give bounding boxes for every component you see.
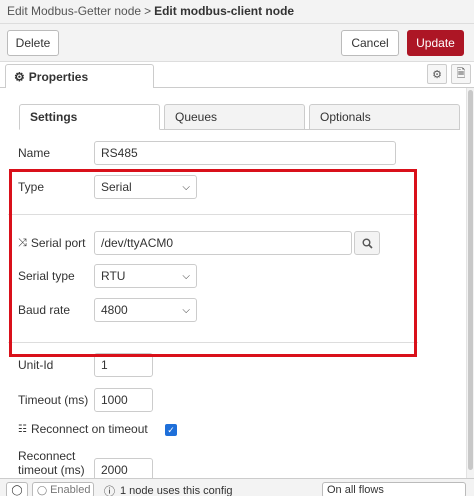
breadcrumb-current: Edit modbus-client node [154,4,295,18]
cancel-button[interactable]: Cancel [341,30,399,56]
checkmark-icon: ✓ [167,424,175,435]
baud-rate-select[interactable]: 4800 ⌵ [94,298,197,322]
unit-id-input[interactable] [94,353,153,377]
divider [8,342,418,343]
enabled-icon: ◯ [37,484,48,495]
enabled-label: Enabled [50,484,91,496]
type-select[interactable]: Serial ⌵ [94,175,197,199]
document-icon: 🗎 [456,67,466,80]
delete-button[interactable]: Delete [7,30,59,56]
search-icon [362,238,373,249]
properties-panel: Settings Queues Optionals Name Type Seri… [0,88,466,482]
unit-id-label: Unit-Id [18,358,54,372]
action-bar: Delete Cancel Update [0,24,474,62]
timeout-input[interactable] [94,388,153,412]
reconnect-on-timeout-label: ☷ Reconnect on timeout [18,422,148,436]
config-toggle[interactable]: ◯ [6,482,28,496]
scope-select[interactable]: On all flows [322,482,466,496]
serial-type-value: RTU [101,269,126,283]
shuffle-icon: ⤨ [18,236,27,249]
serial-type-label: Serial type [18,269,75,283]
serial-port-input[interactable] [94,231,352,255]
update-button[interactable]: Update [407,30,464,56]
serial-type-select[interactable]: RTU ⌵ [94,264,197,288]
tab-properties[interactable]: ⚙ Properties [5,64,154,89]
reconnect-timeout-label: Reconnect timeout (ms) [18,449,85,477]
reconnect-timeout-label-line2: timeout (ms) [18,463,85,477]
chevron-down-icon: ⌵ [182,304,190,316]
reconnect-on-timeout-label-text: Reconnect on timeout [30,422,148,436]
grid-icon: ☷ [18,423,27,435]
footer: ◯ ◯ Enabled ⓘ 1 node uses this config On a… [0,478,474,496]
serial-port-label-text: Serial port [30,236,86,250]
subtab-bar: Settings Queues Optionals [19,104,460,130]
tab-properties-label: Properties [28,69,89,84]
toggle-icon: ◯ [11,484,23,496]
name-label: Name [18,146,51,160]
baud-rate-label: Baud rate [18,303,71,317]
gear-icon: ⚙ [432,68,442,81]
scrollbar-thumb[interactable] [468,90,473,470]
type-value: Serial [101,180,132,194]
highlight-box [9,169,417,357]
reconnect-timeout-label-line1: Reconnect [18,449,76,463]
subtab-optionals[interactable]: Optionals [309,104,460,130]
subtab-queues[interactable]: Queues [164,104,305,130]
reconnect-on-timeout-checkbox[interactable]: ✓ [165,424,177,436]
breadcrumb-previous[interactable]: Edit Modbus-Getter node [7,4,141,18]
settings-gear-button[interactable]: ⚙ [427,64,447,84]
type-label: Type [18,180,45,194]
breadcrumb-separator: > [144,4,152,18]
chevron-down-icon: ⌵ [182,181,190,193]
tab-strip: ⚙ Properties ⚙ 🗎 [0,62,474,89]
gear-icon: ⚙ [14,69,25,84]
name-input[interactable] [94,141,396,165]
description-button[interactable]: 🗎 [451,64,471,84]
serial-port-label: ⤨ Serial port [18,236,86,250]
config-usage-text: 1 node uses this config [120,485,233,496]
subtab-settings[interactable]: Settings [19,104,160,130]
baud-rate-value: 4800 [101,303,128,317]
breadcrumb: Edit Modbus-Getter node > Edit modbus-clie… [0,0,474,24]
chevron-down-icon: ⌵ [182,270,190,282]
divider [8,214,418,215]
scrollbar[interactable] [466,88,474,478]
info-icon: ⓘ [104,486,115,496]
timeout-label: Timeout (ms) [18,393,89,407]
enabled-toggle[interactable]: ◯ Enabled [32,482,94,496]
search-ports-button[interactable] [354,231,380,255]
config-usage-info: ⓘ 1 node uses this config [104,483,233,496]
